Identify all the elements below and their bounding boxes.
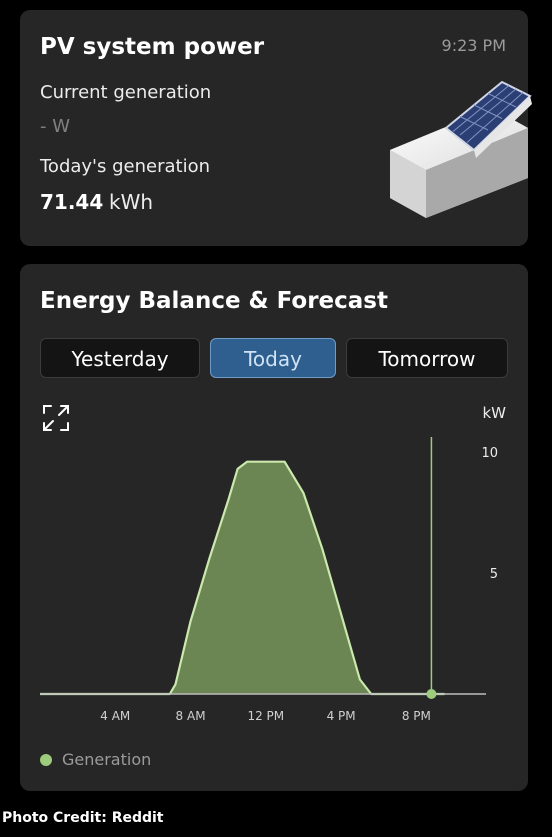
x-tick-label: 4 AM xyxy=(100,709,130,723)
y-axis-unit: kW xyxy=(482,404,506,422)
pv-system-card: PV system power 9:23 PM Current generati… xyxy=(20,10,532,246)
energy-balance-card: Energy Balance & Forecast Yesterday Toda… xyxy=(20,264,528,791)
today-generation-number: 71.44 xyxy=(40,190,104,214)
y-tick-label: 10 xyxy=(481,446,498,461)
pv-time: 9:23 PM xyxy=(441,36,506,55)
solar-panel-illustration xyxy=(390,80,532,218)
pv-title: PV system power xyxy=(40,34,265,60)
x-tick-label: 8 AM xyxy=(176,709,206,723)
generation-legend-label: Generation xyxy=(62,750,152,769)
x-tick-label: 12 PM xyxy=(247,709,284,723)
photo-credit: Photo Credit: Reddit xyxy=(2,810,164,826)
current-time-marker xyxy=(426,689,437,699)
generation-area xyxy=(40,461,445,694)
current-generation-value: - W xyxy=(40,116,71,137)
y-tick-label: 5 xyxy=(490,567,498,582)
current-generation-label: Current generation xyxy=(40,82,212,103)
energy-chart: kW 10 5 4 AM 8 AM 12 PM 4 PM 8 PM xyxy=(40,404,506,723)
x-tick-label: 4 PM xyxy=(327,709,356,723)
chart-legend: Generation xyxy=(40,750,151,769)
today-generation-value: 71.44 kWh xyxy=(40,190,153,214)
generation-legend-dot xyxy=(40,753,52,766)
today-generation-label: Today's generation xyxy=(40,156,210,177)
today-generation-unit: kWh xyxy=(109,190,154,214)
x-tick-label: 8 PM xyxy=(402,709,431,723)
